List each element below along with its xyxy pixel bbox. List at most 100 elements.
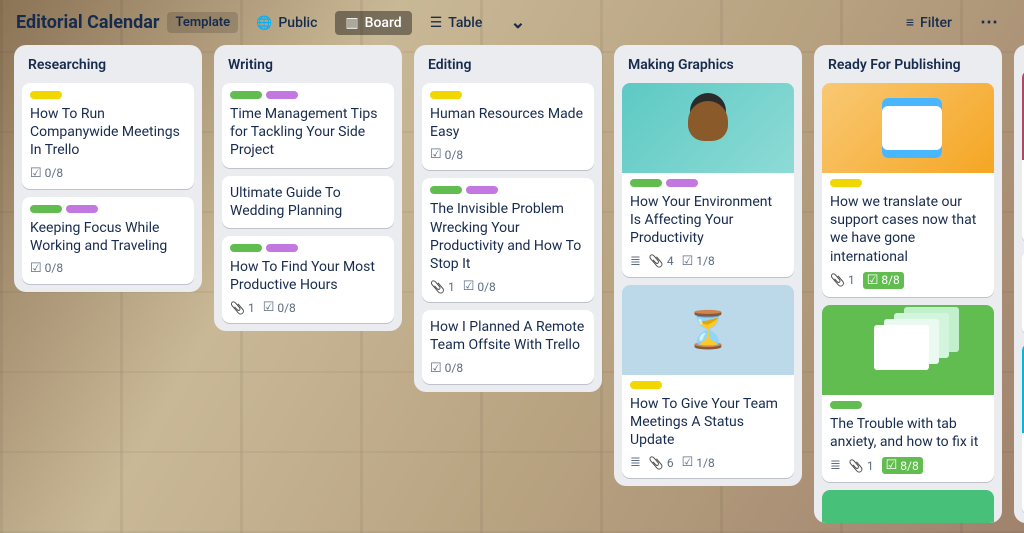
purple-label-icon[interactable] <box>66 205 98 213</box>
checklist-icon <box>463 279 475 294</box>
list[interactable]: Researching How To Run Companywide Meetin… <box>14 45 202 292</box>
card-badges: 10/8 <box>430 279 586 294</box>
checklist-icon <box>886 458 898 473</box>
card-title: How To Run Companywide Meetings In Trell… <box>30 105 186 160</box>
green-label-icon[interactable] <box>630 179 662 187</box>
card-cover <box>822 305 994 395</box>
card-badges: 4 1/8 <box>630 254 786 269</box>
checklist-badge: 0/8 <box>430 147 463 162</box>
board-icon <box>345 15 358 31</box>
list[interactable]: Making Graphics How Your Environment Is A… <box>614 45 802 486</box>
green-label-icon[interactable] <box>830 401 862 409</box>
card[interactable]: How To Run Companywide Meetings In Trell… <box>22 83 194 189</box>
card-cover <box>622 83 794 173</box>
list-title[interactable]: Writing <box>222 53 394 75</box>
card[interactable]: How I Planned A Remote Team Offsite With… <box>422 310 594 383</box>
filter-button[interactable]: Filter <box>896 10 962 35</box>
card[interactable]: How we translate our support cases now t… <box>822 83 994 297</box>
card[interactable]: How Your Environment Is Affecting Your P… <box>622 83 794 277</box>
checklist-count: 0/8 <box>45 261 63 275</box>
description-badge <box>630 254 641 269</box>
yellow-label-icon[interactable] <box>430 91 462 99</box>
attachment-icon <box>430 280 445 294</box>
visibility-button[interactable]: Public <box>246 11 327 35</box>
checklist-count: 0/8 <box>445 361 463 375</box>
yellow-label-icon[interactable] <box>830 179 862 187</box>
attachment-icon <box>230 301 245 315</box>
card-title: The Invisible Problem Wrecking Your Prod… <box>430 200 586 273</box>
list-title[interactable]: Ready For Publishing <box>822 53 994 75</box>
card[interactable]: The Trouble with tab anxiety, and how to… <box>822 305 994 482</box>
checklist-icon <box>430 147 442 162</box>
card[interactable]: Time Management Tips for Tackling Your S… <box>222 83 394 168</box>
green-label-icon[interactable] <box>30 205 62 213</box>
checklist-badge: 0/8 <box>263 300 296 315</box>
attachment-badge: 1 <box>230 301 255 315</box>
template-badge[interactable]: Template <box>167 12 238 33</box>
checklist-icon <box>867 273 879 288</box>
card-labels <box>230 91 386 99</box>
card[interactable]: How To Find Your Most Productive Hours 10… <box>222 236 394 323</box>
purple-label-icon[interactable] <box>666 179 698 187</box>
list-title[interactable]: Editing <box>422 53 594 75</box>
list-title[interactable]: Researching <box>22 53 194 75</box>
card-badges: 18/8 <box>830 272 986 289</box>
description-icon <box>630 455 641 470</box>
view-switcher-more[interactable] <box>500 8 535 37</box>
card[interactable]: Keeping Focus While Working and Travelin… <box>22 197 194 284</box>
attachment-badge: 6 <box>649 456 674 470</box>
attachment-count: 4 <box>667 254 674 268</box>
board-menu-button[interactable] <box>970 8 1008 37</box>
green-label-icon[interactable] <box>230 244 262 252</box>
checklist-badge: 0/8 <box>30 261 63 276</box>
board-name[interactable]: Editorial Calendar <box>16 12 159 33</box>
card[interactable]: How To Give Your Team Meetings A Status … <box>622 285 794 479</box>
view-board-button[interactable]: Board <box>335 11 411 35</box>
view-board-label: Board <box>365 15 402 31</box>
checklist-badge: 0/8 <box>30 166 63 181</box>
attachment-icon <box>649 456 664 470</box>
purple-label-icon[interactable] <box>266 91 298 99</box>
view-table-button[interactable]: Table <box>420 11 493 35</box>
attachment-count: 1 <box>867 459 874 473</box>
chevron-down-icon <box>510 12 525 33</box>
board-canvas[interactable]: Researching How To Run Companywide Meetin… <box>0 45 1024 533</box>
list[interactable]: PublishedDon't Do18 OctCreating4 MayMana… <box>1014 45 1024 523</box>
visibility-label: Public <box>278 15 317 31</box>
card[interactable]: How To Get To Inbox Zero <box>822 490 994 523</box>
card-labels <box>830 179 986 187</box>
card-labels <box>230 244 386 252</box>
card[interactable]: Human Resources Made Easy0/8 <box>422 83 594 170</box>
card-badges: 0/8 <box>30 261 186 276</box>
purple-label-icon[interactable] <box>266 244 298 252</box>
more-icon <box>980 12 998 33</box>
green-label-icon[interactable] <box>430 186 462 194</box>
yellow-label-icon[interactable] <box>30 91 62 99</box>
card[interactable]: The Invisible Problem Wrecking Your Prod… <box>422 178 594 302</box>
description-icon <box>830 458 841 473</box>
card-badges: 18/8 <box>830 457 986 474</box>
checklist-icon <box>30 166 42 181</box>
card-cover <box>822 83 994 173</box>
list[interactable]: Writing Time Management Tips for Tackling… <box>214 45 402 331</box>
yellow-label-icon[interactable] <box>630 381 662 389</box>
attachment-badge: 1 <box>849 459 874 473</box>
checklist-icon <box>682 455 694 470</box>
description-badge <box>630 455 641 470</box>
list[interactable]: Ready For Publishing How we translate our… <box>814 45 1002 523</box>
filter-icon <box>906 14 914 31</box>
attachment-count: 6 <box>667 456 674 470</box>
card-title: Time Management Tips for Tackling Your S… <box>230 105 386 160</box>
checklist-badge: 1/8 <box>682 254 715 269</box>
list[interactable]: Editing Human Resources Made Easy0/8 The I… <box>414 45 602 392</box>
card-badges: 1 0/8 <box>230 300 386 315</box>
card-title: How To Find Your Most Productive Hours <box>230 258 386 294</box>
filter-label: Filter <box>920 15 952 31</box>
card-labels <box>630 381 786 389</box>
checklist-badge: 0/8 <box>430 361 463 376</box>
list-title[interactable]: Making Graphics <box>622 53 794 75</box>
card[interactable]: Ultimate Guide To Wedding Planning <box>222 176 394 228</box>
purple-label-icon[interactable] <box>466 186 498 194</box>
green-label-icon[interactable] <box>230 91 262 99</box>
board-header: Editorial Calendar Template Public Board… <box>0 0 1024 45</box>
